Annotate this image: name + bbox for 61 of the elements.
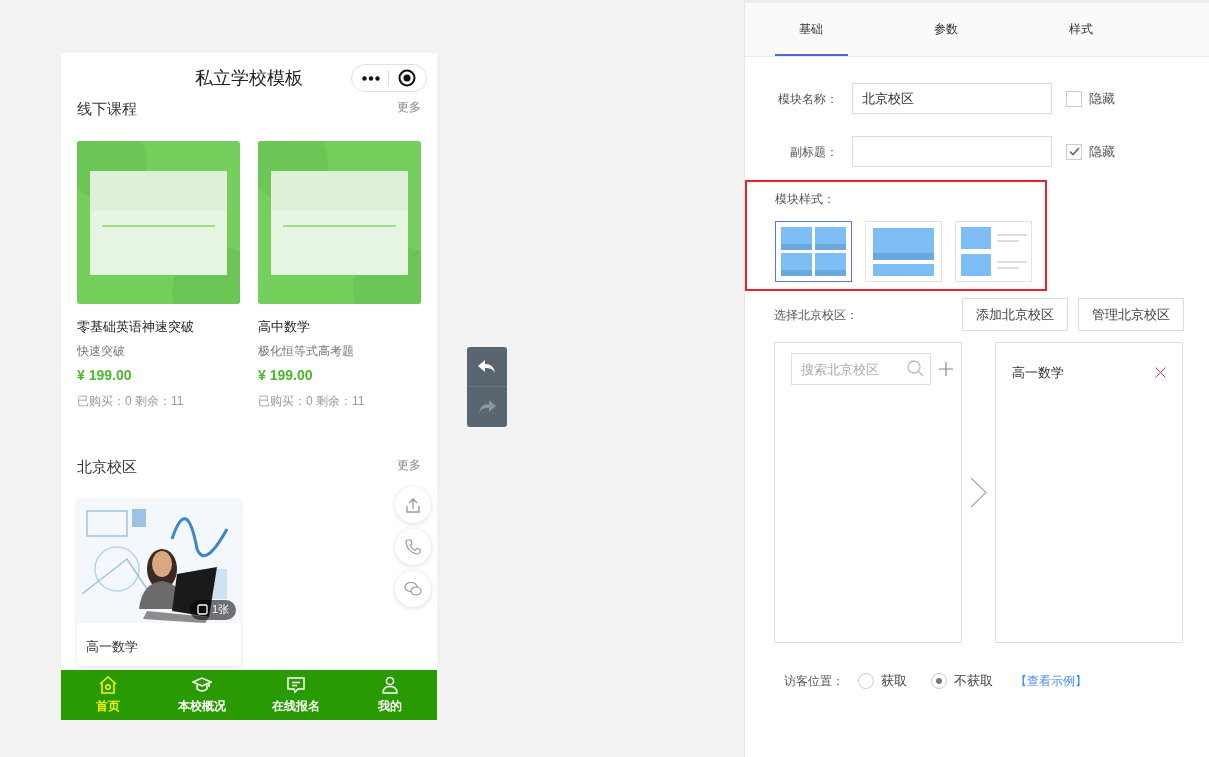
course-stats: 已购买：0 剩余：11	[77, 393, 185, 410]
user-icon	[380, 675, 400, 695]
plus-icon[interactable]	[939, 362, 953, 376]
search-field[interactable]: 搜索北京校区	[791, 353, 931, 385]
course-price: ¥ 199.00	[258, 366, 314, 385]
more-link[interactable]: 更多	[397, 456, 421, 474]
field-label: 模块样式：	[775, 191, 835, 208]
action-button[interactable]: 添加北京校区	[962, 298, 1068, 331]
course-stats: 已购买：0 剩余：11	[258, 393, 366, 410]
tab-bar-item[interactable]: 本校概况	[155, 670, 249, 720]
message-icon	[286, 675, 306, 695]
phone-button[interactable]	[395, 529, 431, 565]
phone-icon	[404, 538, 422, 556]
settings-tab[interactable]: 参数	[909, 3, 983, 56]
layout-option[interactable]	[775, 221, 852, 282]
tab-bar-item[interactable]: 在线报名	[249, 670, 343, 720]
checkbox-label: 隐藏	[1089, 89, 1115, 108]
checkbox[interactable]	[1066, 143, 1082, 160]
more-icon	[362, 75, 381, 81]
search-icon	[907, 360, 924, 377]
radio-label: 不获取	[954, 672, 993, 690]
text-input[interactable]	[852, 136, 1052, 167]
settings-tab[interactable]: 样式	[1044, 3, 1117, 56]
field-label: 副标题：	[789, 143, 838, 161]
undo-icon	[478, 359, 496, 374]
graduation-cap-icon	[192, 675, 212, 695]
share-icon	[404, 496, 422, 514]
redo-icon	[478, 400, 496, 414]
course-price: ¥ 199.00	[77, 366, 133, 385]
selected-item: 高一数学	[1012, 364, 1064, 382]
chevron-right-icon[interactable]	[970, 477, 987, 508]
chat-button[interactable]	[395, 571, 431, 607]
section-title: 线下课程	[77, 99, 137, 119]
chat-bubbles-icon	[404, 580, 422, 598]
gallery-title: 高一数学	[85, 637, 139, 656]
page-title: 私立学校模板	[195, 66, 303, 90]
home-icon	[98, 675, 118, 695]
gallery-card[interactable]: 1张 高一数学	[77, 498, 241, 666]
photo-icon	[196, 604, 208, 615]
tab-bar-item[interactable]: 我的	[343, 670, 437, 720]
photo-count: 1张	[211, 602, 229, 618]
checkbox[interactable]	[1066, 90, 1082, 107]
checkbox-label: 隐藏	[1089, 142, 1115, 161]
field-label: 访客位置：	[784, 672, 844, 690]
course-title: 高中数学	[258, 317, 311, 336]
text-input[interactable]: 北京校区	[852, 83, 1052, 114]
more-link[interactable]: 更多	[397, 98, 421, 116]
field-label: 选择北京校区：	[774, 306, 858, 324]
undo-button[interactable]	[467, 347, 507, 387]
target-icon	[397, 69, 416, 87]
radio-label: 获取	[881, 672, 907, 690]
course-subtitle: 极化恒等式高考题	[258, 343, 355, 360]
settings-tab[interactable]: 基础	[775, 3, 848, 56]
share-button[interactable]	[395, 487, 431, 523]
section-title: 北京校区	[77, 457, 137, 477]
course-subtitle: 快速突破	[77, 343, 126, 360]
course-title: 零基础英语神速突破	[77, 317, 195, 336]
field-label: 模块名称：	[777, 90, 838, 108]
close-icon[interactable]	[1155, 367, 1166, 379]
example-link[interactable]: 【查看示例】	[1015, 671, 1087, 690]
action-button[interactable]: 管理北京校区	[1078, 298, 1184, 331]
